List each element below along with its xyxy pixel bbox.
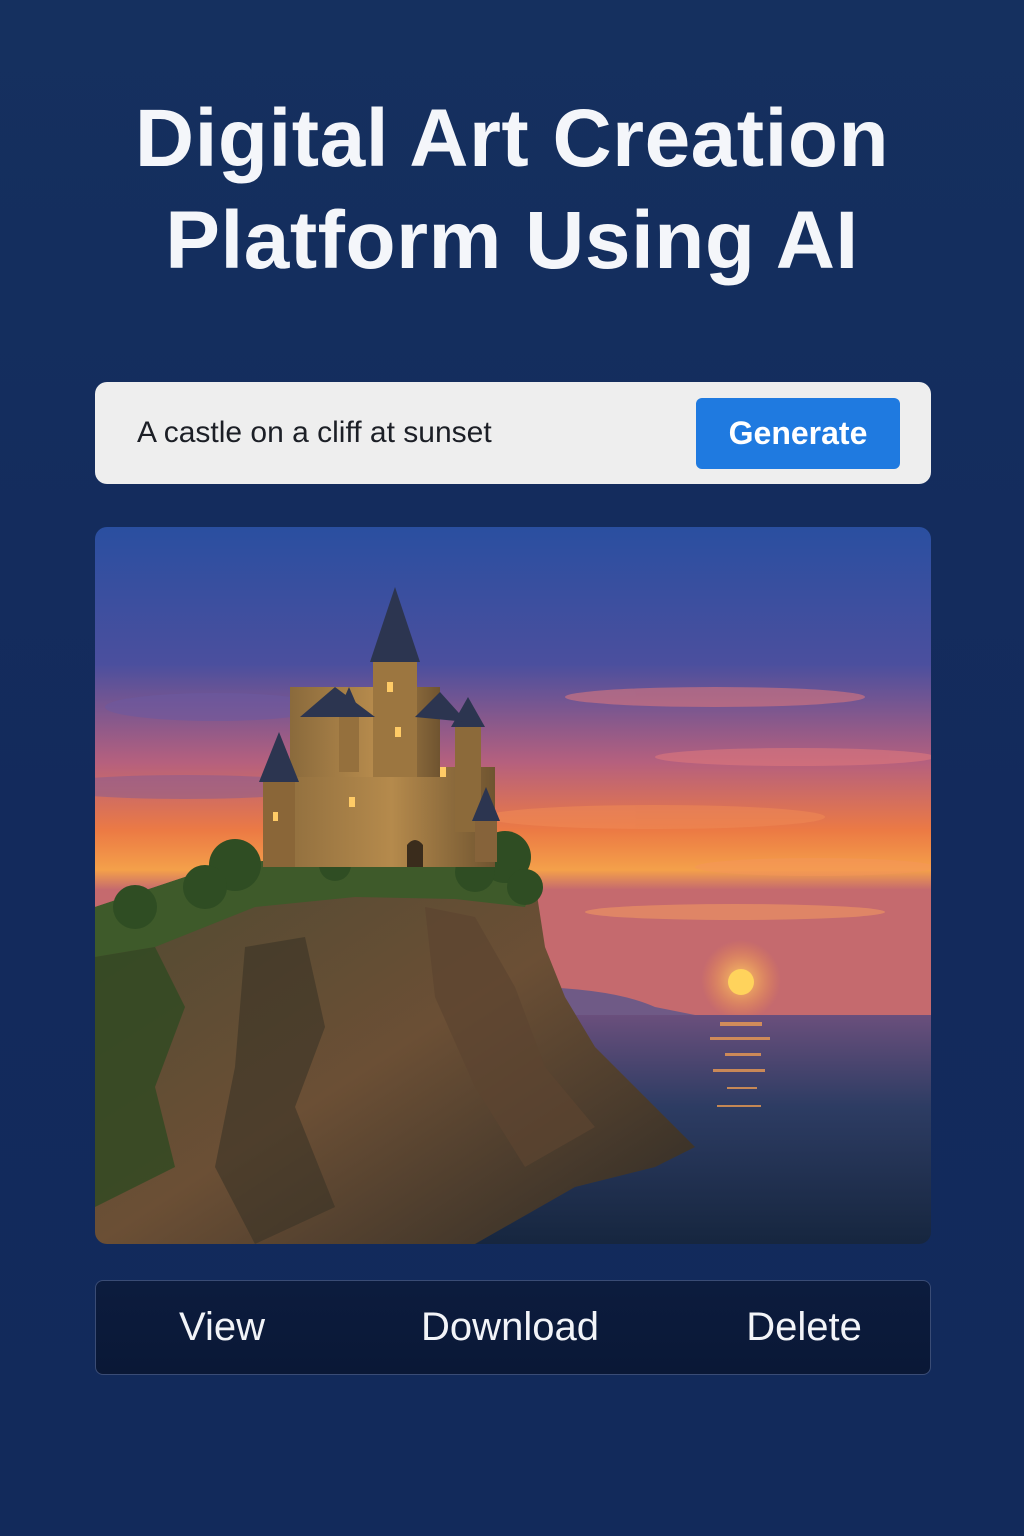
delete-button[interactable]: Delete [716, 1281, 892, 1374]
download-button[interactable]: Download [396, 1281, 624, 1374]
generate-button[interactable]: Generate [696, 398, 900, 469]
prompt-bar: Generate [95, 382, 931, 484]
generated-artwork[interactable] [95, 527, 931, 1244]
prompt-input[interactable] [119, 400, 679, 466]
page-title-line-1: Digital Art Creation [134, 93, 890, 184]
page-title-line-2: Platform Using AI [165, 195, 859, 286]
page-title: Digital Art Creation Platform Using AI [0, 88, 1024, 292]
view-button[interactable]: View [136, 1281, 308, 1374]
app-page: Digital Art Creation Platform Using AI G… [0, 0, 1024, 1536]
artwork-image [95, 527, 931, 1244]
artwork-action-bar: View Download Delete [95, 1280, 931, 1375]
